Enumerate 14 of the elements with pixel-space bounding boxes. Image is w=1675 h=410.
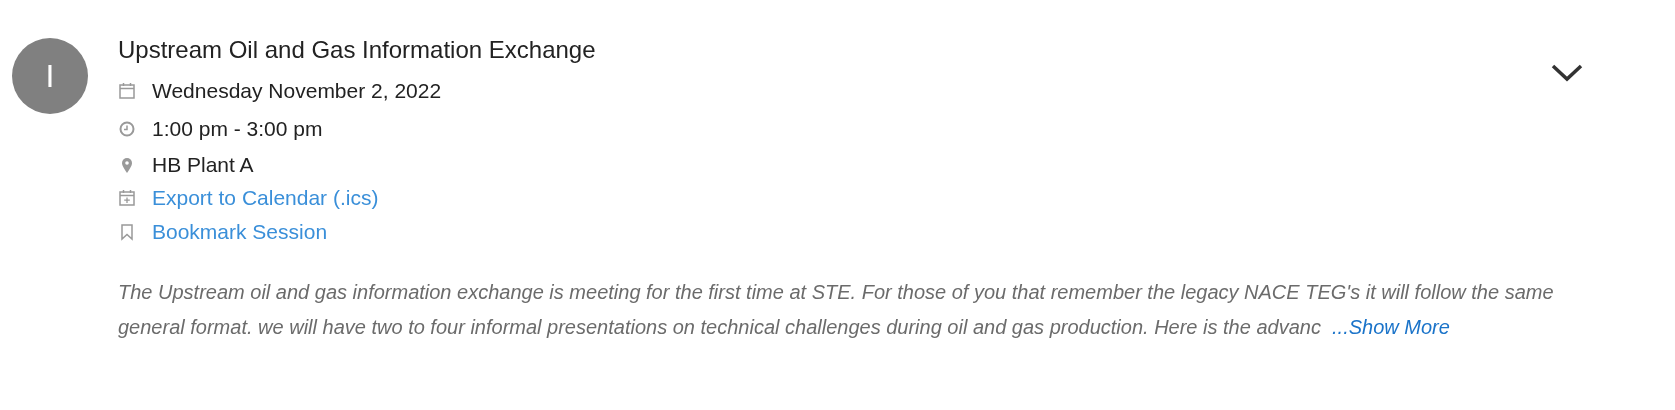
bookmark-icon: [118, 223, 136, 241]
expand-chevron-icon[interactable]: [1550, 62, 1584, 84]
calendar-icon: [118, 82, 136, 100]
clock-icon: [118, 120, 136, 138]
avatar: I: [12, 38, 88, 114]
show-more-link[interactable]: ...Show More: [1332, 316, 1450, 338]
time-text: 1:00 pm - 3:00 pm: [152, 116, 323, 143]
location-text: HB Plant A: [152, 151, 254, 178]
session-description: The Upstream oil and gas information exchange is meeting for the first time at STE. For those of you that remember the legacy NACE TEG's it will follow the same general format. we will have two to four informal presentations on technical challenges during oil and gas production. Here is the advanc ...Show More: [118, 280, 1555, 340]
date-text: Wednesday November 2, 2022: [152, 78, 442, 105]
export-calendar-link[interactable]: Export to Calendar (.ics): [152, 182, 379, 214]
bookmark-link[interactable]: Bookmark Session: [152, 216, 328, 248]
calendar-plus-icon: [118, 189, 136, 207]
session-title: Upstream Oil and Gas Information Exchange: [118, 35, 597, 65]
